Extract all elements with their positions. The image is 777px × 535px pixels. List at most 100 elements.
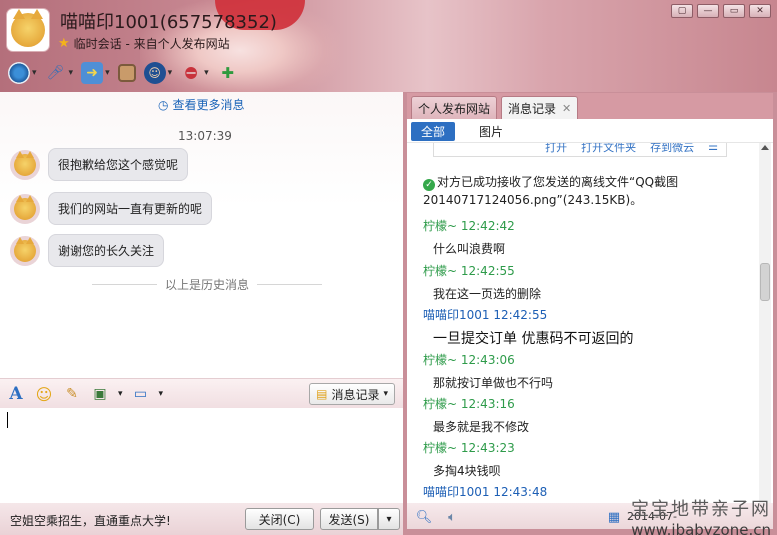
text-caret	[7, 412, 8, 428]
add-friend-button[interactable]: ✚	[217, 61, 239, 85]
divider	[92, 284, 157, 285]
screenshot-icon[interactable]: ▭	[131, 384, 151, 404]
system-message-text: 对方已成功接收了您发送的离线文件“QQ截图20140717124056.png”…	[423, 175, 679, 207]
close-window-button[interactable]: ✕	[749, 4, 771, 18]
message-bubble: 谢谢您的长久关注	[48, 234, 165, 267]
log-text: 一旦提交订单 优惠码不可返回的	[433, 331, 634, 347]
message-input[interactable]	[0, 408, 403, 503]
tab-label: 个人发布网站	[418, 101, 491, 116]
log-text: 我在这一页选的删除	[433, 287, 542, 301]
scissors-icon[interactable]: ✎	[62, 384, 82, 404]
message-log[interactable]: 打开 打开文件夹 存到微云 ☰ ✓ 对方已成功接收了您发送的离线文件“QQ截图20…	[407, 143, 757, 503]
save-to-cloud-link[interactable]: 存到微云	[650, 143, 694, 155]
history-separator: 以上是历史消息	[92, 276, 323, 293]
star-icon: ★	[58, 36, 70, 51]
avatar-cat-icon	[14, 194, 36, 220]
check-icon: ✓	[423, 179, 435, 191]
session-subtitle-text: 临时会话 - 来自个人发布网站	[73, 37, 230, 51]
log-sender: 柠檬~ 12:42:55	[423, 264, 515, 278]
contact-avatar[interactable]	[6, 8, 50, 52]
font-icon[interactable]: A	[6, 384, 26, 404]
send-button[interactable]: 发送(S)	[320, 508, 378, 530]
record-filter-bar: 全部 图片	[407, 119, 773, 143]
chevron-down-icon: ▾	[204, 68, 209, 78]
file-transfer-button[interactable]: ➜ ▾	[81, 61, 110, 85]
title-bar: 喵喵印1001(657578352) ★ 临时会话 - 来自个人发布网站 ▢ —…	[0, 0, 777, 92]
chevron-down-icon: ▾	[105, 68, 110, 78]
contact-title: 喵喵印1001(657578352)	[60, 12, 277, 33]
avatar-cat-icon	[14, 150, 36, 176]
system-message: ✓ 对方已成功接收了您发送的离线文件“QQ截图20140717124056.png…	[423, 173, 753, 209]
add-user-icon: ✚	[221, 64, 234, 82]
message-record-button[interactable]: ▤ 消息记录 ▾	[309, 383, 395, 405]
filter-images[interactable]: 图片	[469, 122, 513, 141]
image-icon[interactable]: ▣	[90, 384, 110, 404]
view-more-messages-link[interactable]: ◷ 查看更多消息	[158, 96, 245, 113]
calendar-icon[interactable]: ▦	[605, 508, 623, 526]
divider	[257, 284, 323, 285]
chat-message: 我们的网站一直有更新的呢	[10, 192, 213, 225]
speaker-icon[interactable]: 🔈︎	[443, 508, 461, 526]
block-user-icon: ⛔︎	[184, 64, 198, 82]
maximize-button[interactable]: ▭	[723, 4, 745, 18]
input-toolbar: A ☺ ✎ ▣ ▾ ▭ ▾ ▤ 消息记录 ▾	[0, 378, 403, 408]
emoji-icon[interactable]: ☺	[34, 384, 54, 404]
chevron-down-icon: ▾	[383, 389, 388, 399]
chat-message: 很抱歉给您这个感觉呢	[10, 148, 189, 181]
ad-link[interactable]: 空姐空乘招生，直通重点大学!	[10, 512, 171, 529]
clock-icon: ◷	[158, 97, 169, 112]
log-sender: 喵喵印1001 12:43:48	[423, 485, 548, 499]
sender-avatar[interactable]	[10, 149, 40, 180]
log-text: 那就按订单做也不行吗	[433, 376, 554, 390]
sender-avatar[interactable]	[10, 235, 40, 266]
contact-info-button[interactable]: ☺ ▾	[143, 61, 172, 85]
open-folder-link[interactable]: 打开文件夹	[581, 143, 636, 155]
screen-share-icon	[117, 64, 136, 82]
remote-assist-button[interactable]	[117, 61, 136, 85]
video-call-button[interactable]: ▾	[8, 61, 37, 85]
scroll-thumb[interactable]	[760, 263, 770, 301]
police-avatar-icon: ☺	[143, 62, 166, 84]
skin-button[interactable]: ▢	[671, 4, 693, 18]
avatar-cat-icon	[14, 236, 36, 262]
scroll-up-icon[interactable]	[761, 145, 769, 150]
log-sender: 柠檬~ 12:42:42	[423, 219, 515, 233]
log-scrollbar[interactable]	[759, 143, 771, 503]
record-icon: ▤	[316, 387, 328, 401]
log-text: 什么叫浪费啊	[433, 242, 506, 256]
avatar-cat-icon	[11, 9, 45, 47]
chevron-down-icon[interactable]: ▾	[118, 389, 123, 399]
open-file-link[interactable]: 打开	[545, 143, 567, 155]
send-options-button[interactable]: ▾	[378, 508, 400, 530]
input-tools: A ☺ ✎ ▣ ▾ ▭ ▾	[6, 384, 163, 404]
voice-call-button[interactable]: 🎤︎ ▾	[45, 61, 74, 85]
message-bubble: 很抱歉给您这个感觉呢	[48, 148, 189, 181]
close-icon[interactable]: ✕	[562, 102, 571, 115]
log-text: 最多就是我不修改	[433, 420, 530, 434]
message-time: 13:07:39	[178, 129, 232, 143]
chevron-down-icon: ▾	[386, 513, 392, 525]
chevron-down-icon: ▾	[68, 68, 74, 78]
watermark-url: www.ibabyzone.cn	[631, 521, 771, 535]
block-user-button[interactable]: ⛔︎ ▾	[180, 61, 209, 85]
bottom-bar: 空姐空乘招生，直通重点大学! 关闭(C) 发送(S) ▾	[0, 503, 403, 535]
history-label: 以上是历史消息	[165, 278, 250, 292]
search-icon[interactable]: 🔍︎	[415, 508, 433, 526]
menu-icon[interactable]: ☰	[708, 143, 718, 153]
chat-toolbar: ▾ 🎤︎ ▾ ➜ ▾ ☺ ▾ ⛔︎ ▾ ✚	[8, 61, 239, 85]
minimize-button[interactable]: —	[697, 4, 719, 18]
chat-history[interactable]: ◷ 查看更多消息 13:07:39 很抱歉给您这个感觉呢 我们的网站一直有更新的…	[0, 92, 403, 378]
view-more-messages-text: 查看更多消息	[172, 98, 245, 112]
side-tab-bar: 个人发布网站 消息记录 ✕	[407, 93, 773, 119]
tab-personal-site[interactable]: 个人发布网站	[411, 96, 498, 119]
microphone-icon: 🎤︎	[46, 65, 65, 81]
log-text: 多掏4块钱呗	[433, 464, 501, 478]
sender-avatar[interactable]	[10, 193, 40, 224]
log-sender: 柠檬~ 12:43:06	[423, 353, 515, 367]
watermark-title: 宝宝地带亲子网	[631, 499, 771, 520]
filter-all[interactable]: 全部	[411, 122, 456, 141]
chevron-down-icon: ▾	[32, 68, 37, 78]
tab-message-record[interactable]: 消息记录 ✕	[501, 96, 579, 119]
close-button[interactable]: 关闭(C)	[245, 508, 314, 530]
chevron-down-icon[interactable]: ▾	[159, 389, 164, 399]
